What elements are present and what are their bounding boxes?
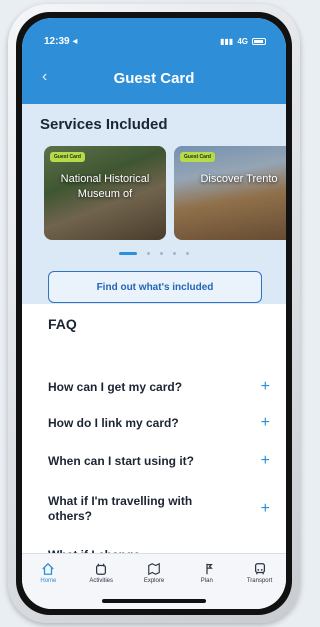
chevron-left-icon[interactable]: ‹ (42, 68, 47, 86)
plus-icon[interactable]: + (261, 378, 270, 396)
battery-icon (252, 37, 266, 45)
nav-bar: ‹ Guest Card (22, 68, 286, 87)
faq-item[interactable]: How do I link my card? + (48, 414, 270, 432)
faq-item[interactable]: What if I'm travelling with others? + (48, 494, 270, 524)
status-time: 12:39 ◂ (44, 35, 78, 47)
tab-transport[interactable]: Transport (238, 562, 282, 609)
carousel-dot[interactable] (186, 252, 189, 255)
find-out-included-button[interactable]: Find out what's included (48, 271, 262, 303)
services-heading: Services Included (40, 116, 168, 133)
tab-label: Plan (200, 578, 213, 584)
carousel-indicator[interactable] (22, 252, 286, 255)
faq-question: How can I get my card? (48, 380, 183, 394)
faq-section: FAQ (22, 316, 286, 332)
services-section: Services Included Guest Card National Hi… (22, 104, 286, 304)
guest-card-badge: Guest Card (180, 152, 215, 162)
faq-item[interactable]: When can I start using it? + (48, 452, 270, 470)
faq-heading: FAQ (48, 316, 77, 332)
service-card[interactable]: Guest Card Discover Trento (174, 146, 286, 240)
transport-icon (254, 563, 265, 575)
tab-label: Explore (143, 578, 165, 584)
service-card-title: Discover Trento (200, 173, 278, 185)
page-title: Guest Card (113, 70, 195, 87)
status-bar: 12:39 ◂ ▮▮▮ 4G (44, 34, 266, 48)
tab-label: Activities (89, 578, 114, 584)
tab-label: Home (40, 578, 57, 584)
service-card-title: National Historical Museum of (60, 173, 150, 200)
faq-item[interactable]: How can I get my card? + (48, 378, 270, 396)
home-icon (42, 562, 55, 575)
network-label: 4G (237, 36, 248, 46)
carousel-dot-active[interactable] (119, 252, 137, 255)
app-header: 12:39 ◂ ▮▮▮ 4G ‹ Guest Card (22, 18, 286, 104)
home-indicator (102, 599, 206, 603)
plus-icon[interactable]: + (261, 452, 270, 470)
carousel-dot[interactable] (173, 252, 176, 255)
phone-frame: 12:39 ◂ ▮▮▮ 4G ‹ Guest Card Services Inc… (8, 4, 300, 623)
carousel-dot[interactable] (160, 252, 163, 255)
plus-icon[interactable]: + (261, 500, 270, 518)
guest-card-badge: Guest Card (50, 152, 85, 162)
app-screen: 12:39 ◂ ▮▮▮ 4G ‹ Guest Card Services Inc… (22, 18, 286, 609)
faq-question: What if I'm travelling with others? (48, 494, 193, 523)
tab-label: Transport (246, 578, 273, 584)
faq-question: When can I start using it? (48, 454, 195, 468)
status-indicators: ▮▮▮ 4G (220, 37, 266, 46)
signal-icon: ▮▮▮ (220, 36, 234, 46)
plus-icon[interactable]: + (261, 414, 270, 432)
plan-icon (206, 563, 213, 575)
tab-home[interactable]: Home (26, 562, 70, 609)
carousel-dot[interactable] (147, 252, 150, 255)
faq-question: How do I link my card? (48, 416, 179, 430)
service-card[interactable]: Guest Card National Historical Museum of (44, 146, 166, 240)
activities-icon (96, 563, 107, 575)
explore-icon (148, 562, 160, 576)
